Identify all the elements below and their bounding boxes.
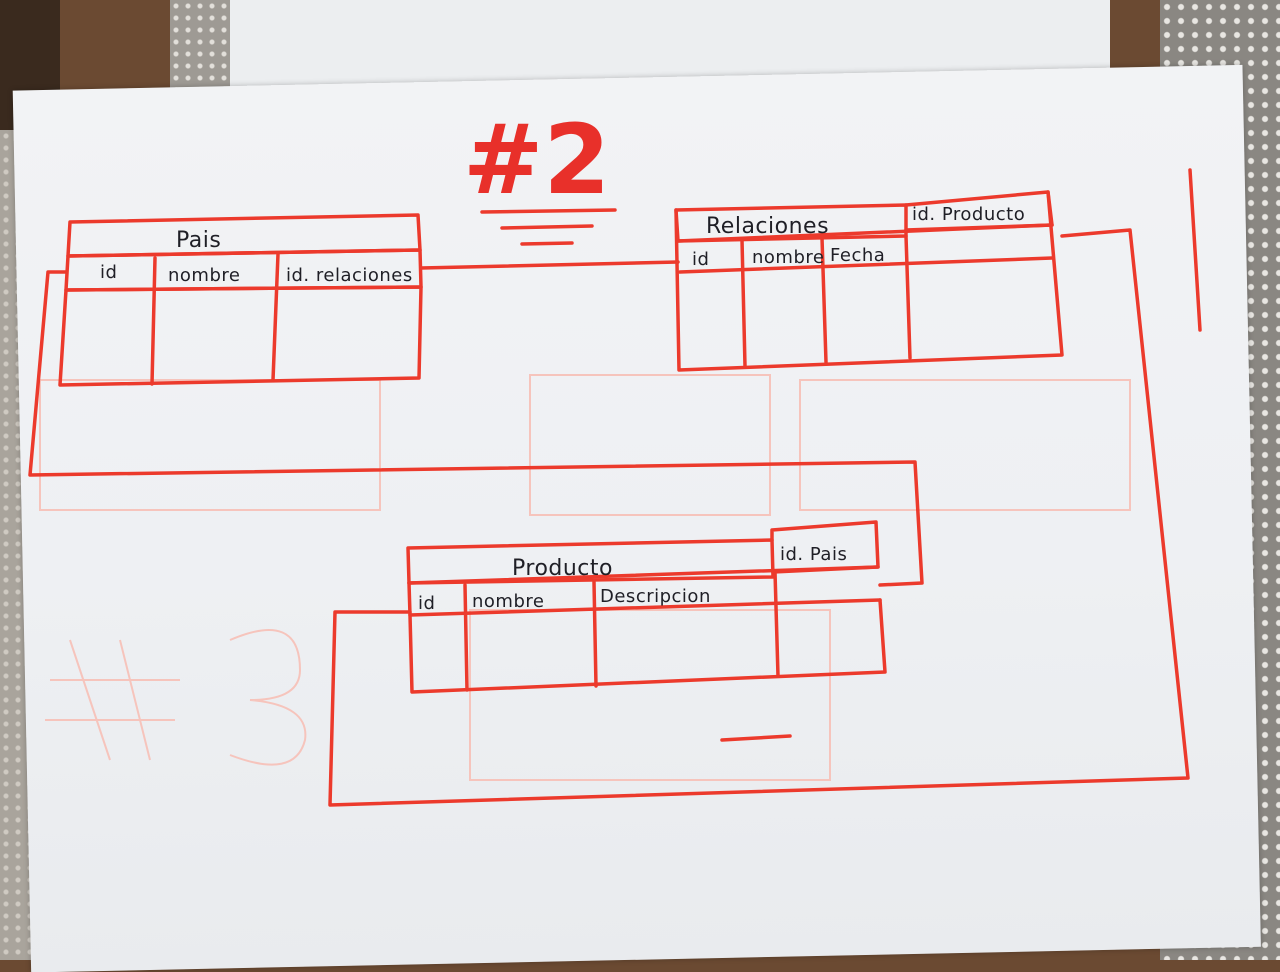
table-pais: Pais id nombre id. relaciones xyxy=(58,213,423,387)
producto-col-id: id xyxy=(418,593,435,614)
pais-table-name: Pais xyxy=(176,228,221,253)
relaciones-col-nombre: nombre xyxy=(752,247,824,268)
relaciones-col-fecha: Fecha xyxy=(830,245,885,266)
link-pais-relaciones xyxy=(419,260,680,270)
stray-mark xyxy=(720,734,792,742)
link-pais-producto xyxy=(28,270,924,587)
pais-col-nombre: nombre xyxy=(168,265,240,286)
producto-col-descripcion: Descripcion xyxy=(600,586,711,607)
page-title-text: #2 xyxy=(463,104,610,216)
producto-table-name: Producto xyxy=(512,556,613,581)
table-relaciones: Relaciones id. Producto id nombre Fecha xyxy=(674,190,1064,372)
producto-fk-idpais: id. Pais xyxy=(780,544,847,565)
pais-col-id-relaciones: id. relaciones xyxy=(286,265,413,286)
er-diagram: #2 Pais id nombre id. relaciones Relacio… xyxy=(28,104,1202,807)
producto-col-nombre: nombre xyxy=(472,591,544,612)
page-title: #2 xyxy=(463,104,617,246)
relaciones-col-id: id xyxy=(692,249,709,270)
pais-col-id: id xyxy=(100,262,117,283)
table-producto: Producto id. Pais id nombre Descripcion xyxy=(406,520,887,694)
relaciones-table-name: Relaciones xyxy=(706,214,829,239)
relaciones-fk-idproducto: id. Producto xyxy=(912,204,1025,225)
